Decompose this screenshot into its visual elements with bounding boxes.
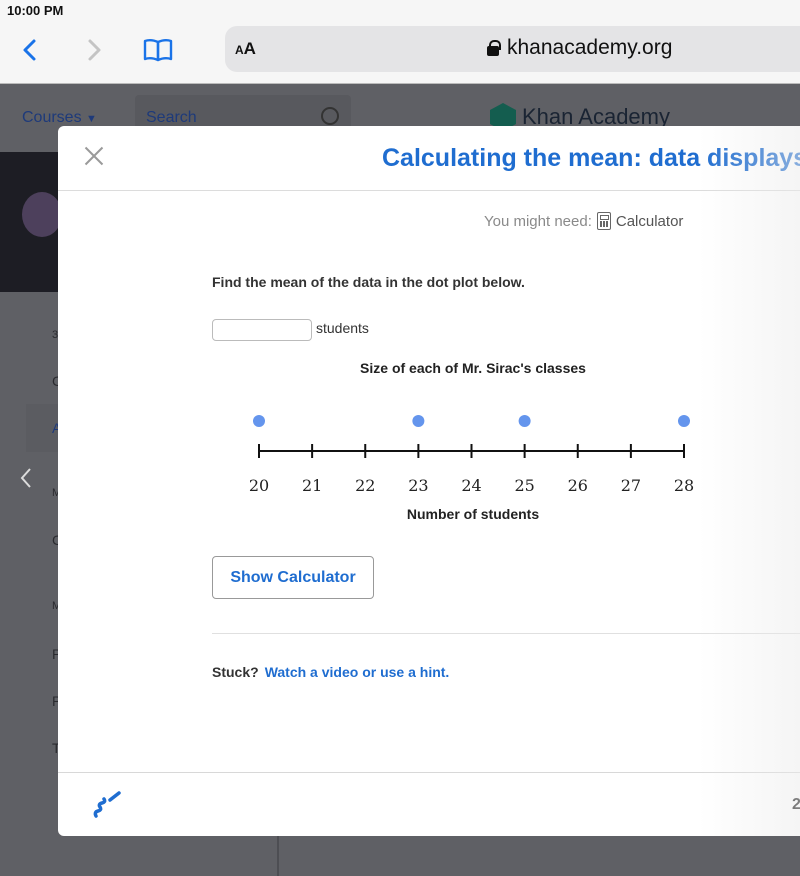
dot-plot: Size of each of Mr. Sirac's classes 20 21… <box>249 360 694 522</box>
scratchpad-button[interactable] <box>92 790 124 820</box>
hint-link[interactable]: Watch a video or use a hint. <box>265 664 450 680</box>
chevron-left-icon <box>23 39 36 61</box>
divider <box>58 772 800 773</box>
tick-label: 21 <box>302 476 322 495</box>
back-button[interactable] <box>16 36 44 64</box>
tick-label: 20 <box>249 476 269 495</box>
tick-label: 23 <box>408 476 428 495</box>
answer-unit: students <box>316 320 369 336</box>
reader-settings-button[interactable]: AA <box>235 39 256 59</box>
show-calculator-button[interactable]: Show Calculator <box>212 556 374 599</box>
courses-menu[interactable]: Courses ▼ <box>22 109 97 127</box>
chevron-right-icon <box>88 39 101 61</box>
book-icon <box>143 39 173 62</box>
lock-icon <box>487 40 501 56</box>
divider <box>212 633 800 634</box>
tick-label: 26 <box>568 476 588 495</box>
tick-label: 22 <box>355 476 375 495</box>
caret-down-icon: ▼ <box>86 113 97 125</box>
chart-title: Size of each of Mr. Sirac's classes <box>360 360 586 376</box>
stuck-prompt: Stuck? Watch a video or use a hint. <box>212 664 449 680</box>
scratchpad-pencil-icon <box>93 791 121 818</box>
data-dot <box>678 415 690 427</box>
data-dot <box>253 415 265 427</box>
forward-button[interactable] <box>80 36 108 64</box>
mascot-image <box>22 192 62 237</box>
x-axis-label: Number of students <box>407 506 539 522</box>
edge-fade <box>698 126 800 836</box>
modal-title: Calculating the mean: data displays <box>382 144 800 172</box>
divider <box>58 190 800 191</box>
address-bar[interactable]: AA khanacademy.org <box>225 26 800 72</box>
tick-labels: 20 21 22 23 24 25 26 27 28 <box>249 476 694 495</box>
url-text: khanacademy.org <box>507 36 673 59</box>
search-icon <box>321 107 339 125</box>
stuck-label: Stuck? <box>212 664 259 680</box>
status-time: 10:00 PM <box>7 3 64 18</box>
tick-label: 24 <box>461 476 481 495</box>
status-bar: 10:00 PM <box>0 0 800 26</box>
question-text: Find the mean of the data in the dot plo… <box>212 274 525 290</box>
data-dots <box>253 415 690 427</box>
close-button[interactable] <box>84 146 104 166</box>
tick-label: 28 <box>674 476 694 495</box>
answer-input[interactable] <box>212 319 312 341</box>
bookmarks-button[interactable] <box>143 38 173 62</box>
chevron-left-icon <box>20 468 31 488</box>
tick-label: 27 <box>621 476 641 495</box>
calculator-link[interactable]: Calculator <box>616 213 684 230</box>
hero-banner <box>0 152 62 292</box>
data-dot <box>518 415 531 427</box>
data-dot <box>412 415 425 427</box>
might-need: You might need: Calculator <box>484 212 683 230</box>
calculator-icon <box>596 212 611 230</box>
search-placeholder: Search <box>146 109 197 126</box>
progress-count: 2 <box>792 796 800 813</box>
sidebar-collapse-button[interactable] <box>18 466 34 497</box>
url-display[interactable]: khanacademy.org <box>487 36 672 60</box>
divider <box>278 836 279 876</box>
tick-label: 25 <box>514 476 534 495</box>
might-need-label: You might need: <box>484 212 592 230</box>
browser-toolbar: AA khanacademy.org <box>0 26 800 84</box>
exercise-modal: Calculating the mean: data displays You … <box>58 126 800 836</box>
